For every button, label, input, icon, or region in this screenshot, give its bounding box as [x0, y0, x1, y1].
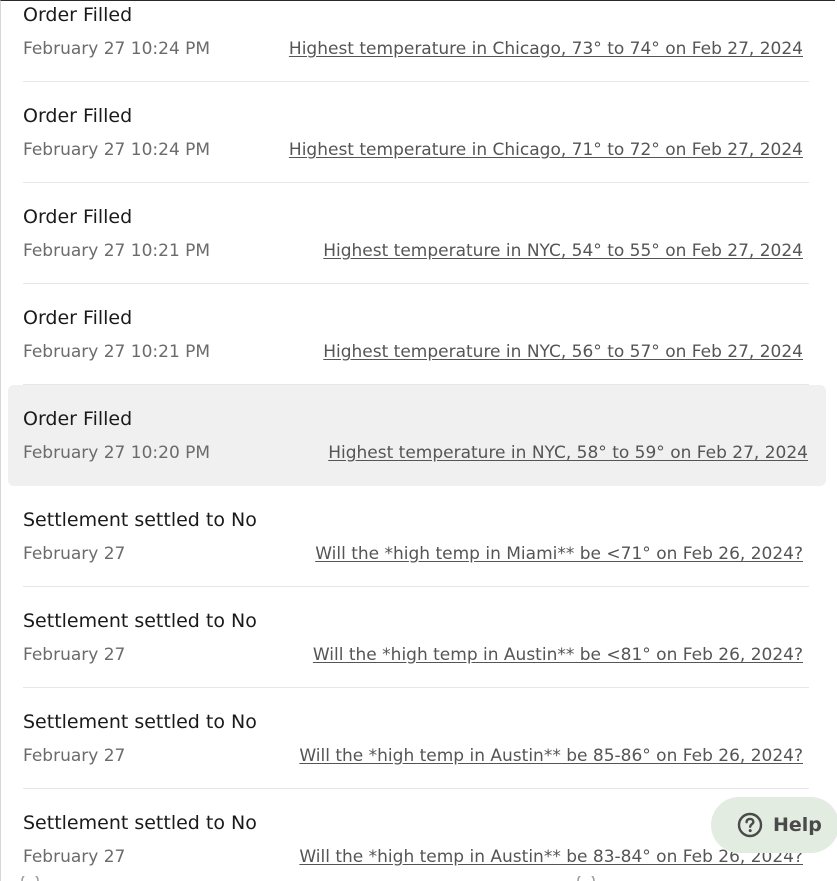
- market-link[interactable]: Highest temperature in NYC, 58° to 59° o…: [328, 442, 808, 464]
- help-button[interactable]: Help: [711, 797, 837, 853]
- market-link[interactable]: Will the *high temp in Miami** be <71° o…: [315, 543, 803, 565]
- activity-date: February 27: [23, 847, 126, 867]
- activity-title: Order Filled: [23, 105, 133, 127]
- activity-date: February 27 10:20 PM: [23, 443, 211, 463]
- activity-list: Order Filled February 27 10:24 PM Highes…: [1, 1, 835, 881]
- market-link[interactable]: Highest temperature in NYC, 56° to 57° o…: [323, 341, 803, 363]
- activity-date: February 27 10:21 PM: [23, 342, 211, 362]
- market-link[interactable]: Will the *high temp in Austin** be 85-86…: [299, 745, 803, 767]
- activity-row: Order Filled February 27 10:21 PM Highes…: [1, 284, 835, 385]
- market-link[interactable]: Will the *high temp in Austin** be <81° …: [313, 644, 803, 666]
- activity-row: Order Filled February 27 10:21 PM Highes…: [1, 183, 835, 284]
- activity-title: Order Filled: [23, 206, 133, 228]
- activity-title: Order Filled: [23, 408, 133, 430]
- market-link[interactable]: Highest temperature in Chicago, 73° to 7…: [289, 38, 803, 60]
- activity-row: Order Filled February 27 10:24 PM Highes…: [1, 82, 835, 183]
- activity-date: February 27: [23, 746, 126, 766]
- activity-title: Order Filled: [23, 4, 133, 26]
- activity-panel: Order Filled February 27 10:24 PM Highes…: [0, 0, 835, 881]
- activity-title: Settlement settled to No: [23, 812, 257, 834]
- activity-row: Order Filled February 27 10:24 PM Highes…: [1, 1, 835, 82]
- activity-title: Settlement settled to No: [23, 610, 257, 632]
- activity-date: February 27: [23, 645, 126, 665]
- activity-row: Settlement settled to No February 27 Wil…: [1, 688, 835, 789]
- activity-title: Settlement settled to No: [23, 509, 257, 531]
- activity-date: February 27: [23, 544, 126, 564]
- activity-date: February 27 10:21 PM: [23, 241, 211, 261]
- activity-title: Settlement settled to No: [23, 711, 257, 733]
- market-link[interactable]: Highest temperature in Chicago, 71° to 7…: [289, 139, 803, 161]
- scroll-edge-marks: [21, 876, 595, 881]
- activity-title: Order Filled: [23, 307, 133, 329]
- help-label: Help: [773, 814, 822, 836]
- activity-date: February 27 10:24 PM: [23, 140, 211, 160]
- activity-date: February 27 10:24 PM: [23, 39, 211, 59]
- market-link[interactable]: Highest temperature in NYC, 54° to 55° o…: [323, 240, 803, 262]
- question-circle-icon: [737, 812, 763, 838]
- activity-row: Settlement settled to No February 27 Wil…: [1, 486, 835, 587]
- activity-row: Settlement settled to No February 27 Wil…: [1, 587, 835, 688]
- activity-row-hovered[interactable]: Order Filled February 27 10:20 PM Highes…: [8, 385, 826, 486]
- activity-row: Settlement settled to No February 27 Wil…: [1, 789, 835, 881]
